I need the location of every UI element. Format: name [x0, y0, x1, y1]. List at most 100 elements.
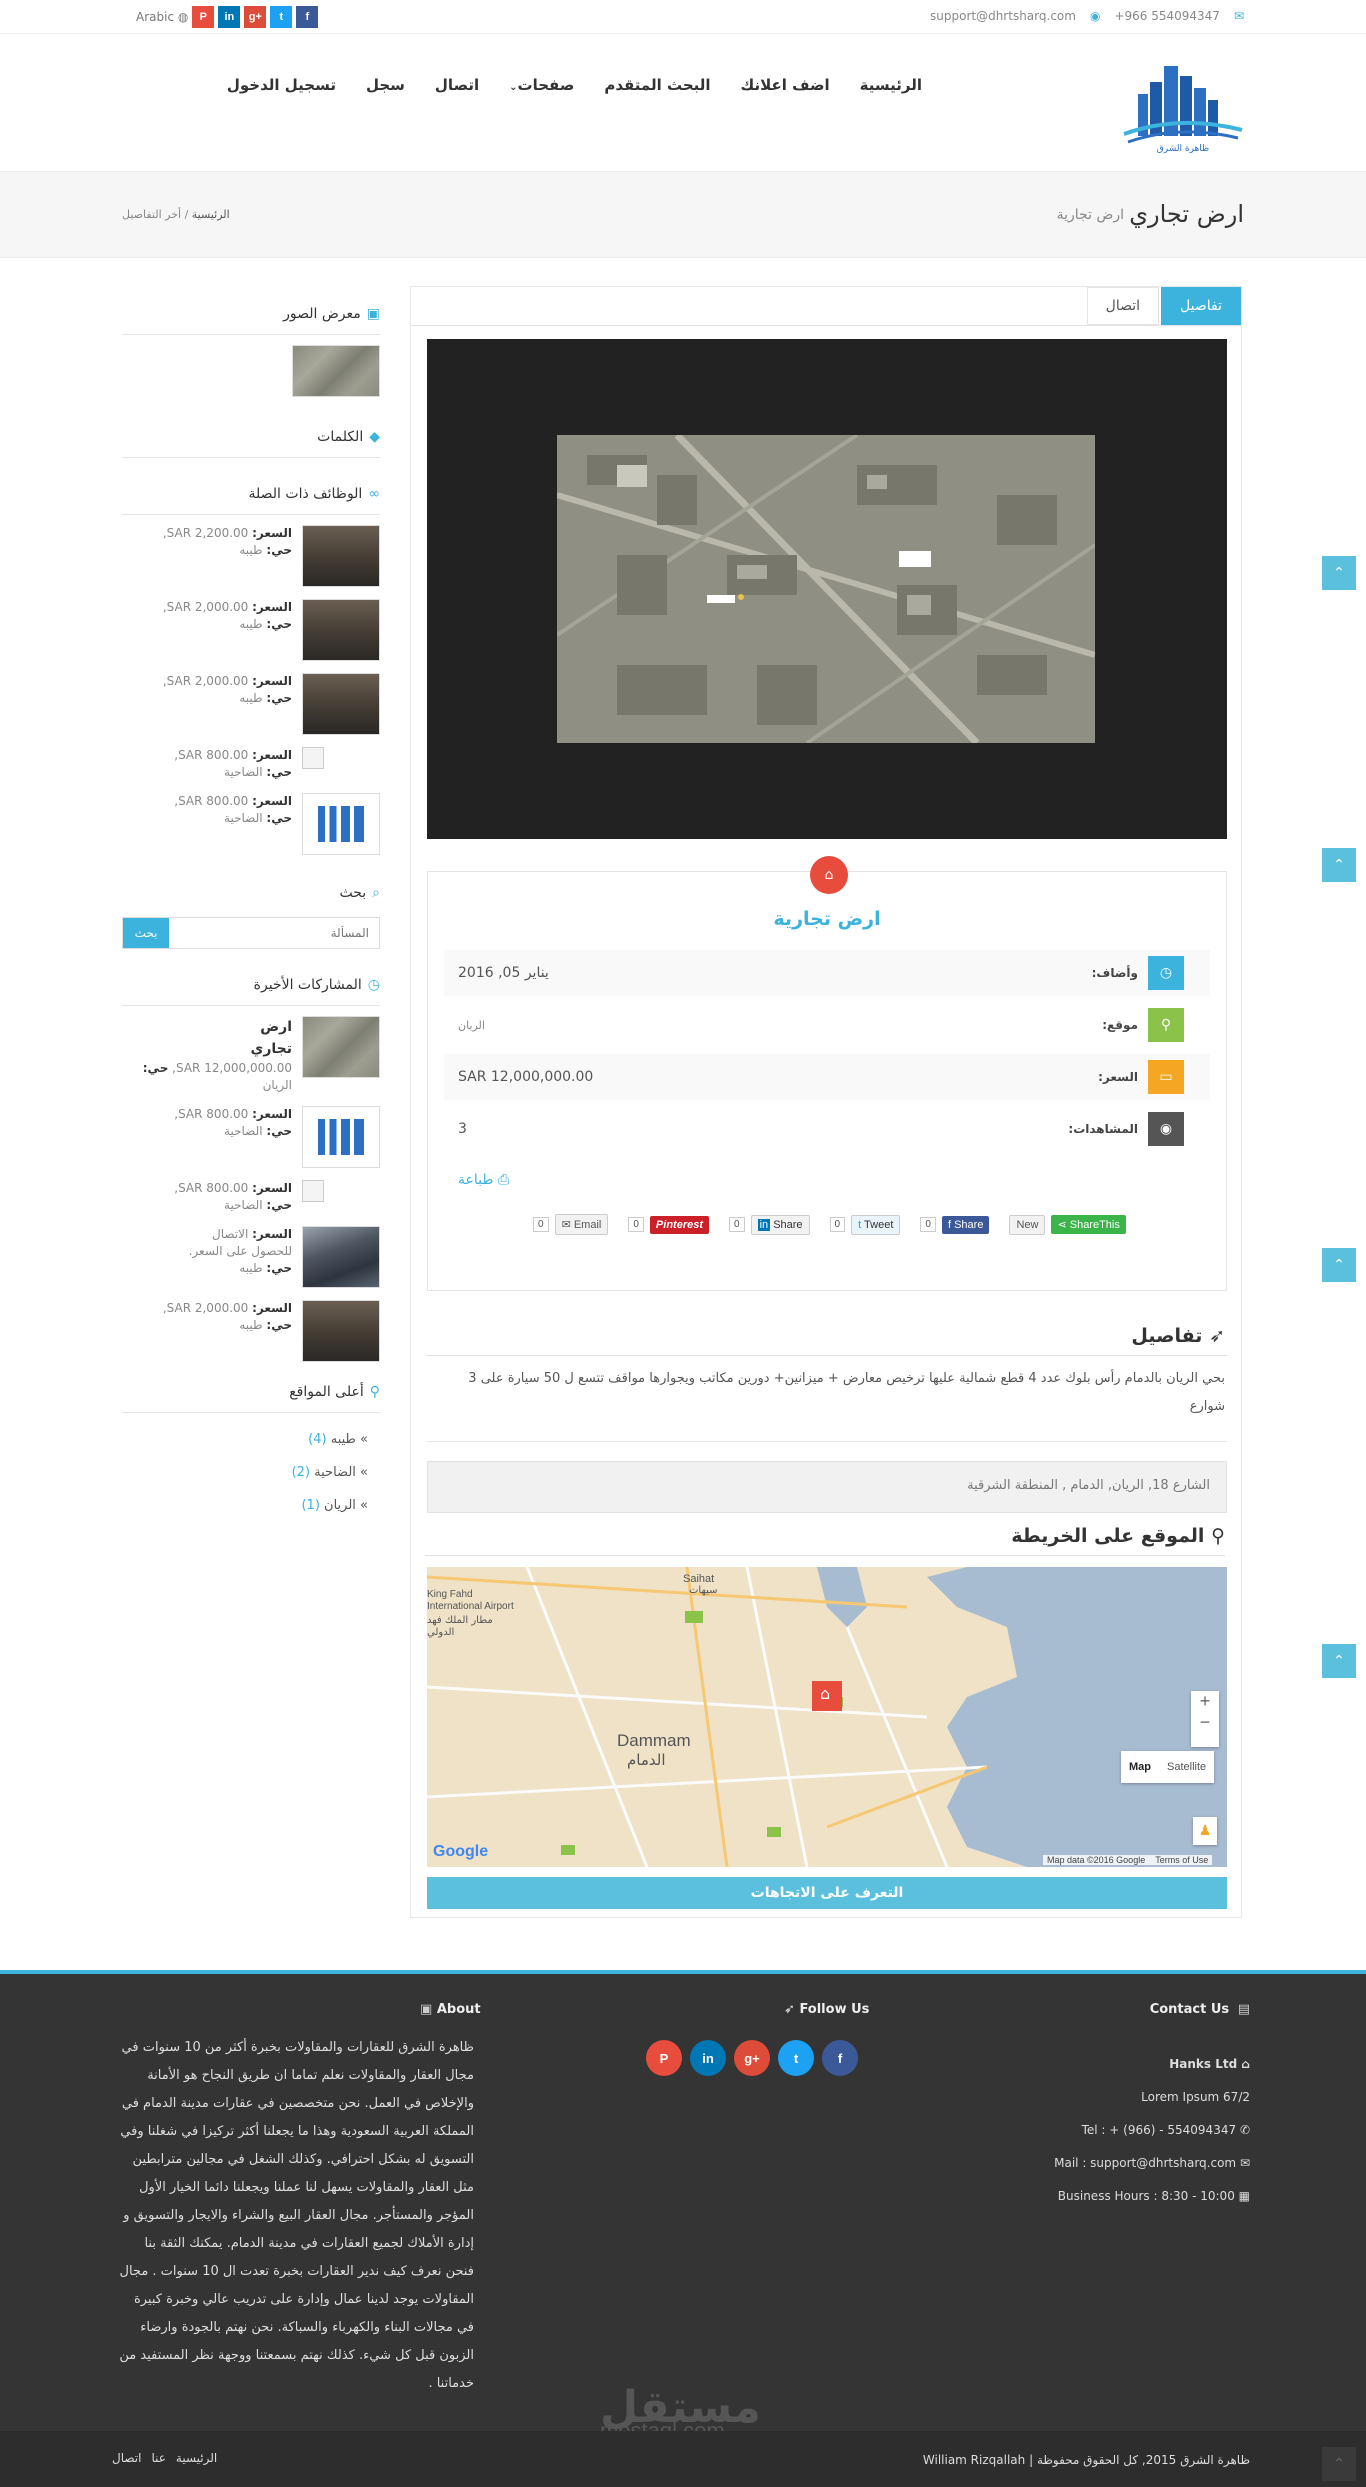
location-item[interactable]: » الريان (1) [122, 1489, 380, 1522]
site-logo[interactable]: ظاهرة الشرق [1120, 54, 1246, 154]
image-gallery [427, 339, 1227, 839]
related-item[interactable]: السعر: SAR 2,000.00, حي: طيبه [122, 599, 380, 661]
google-plus-icon[interactable]: g+ [244, 6, 267, 28]
print-link[interactable]: ⎙ طباعة [458, 1172, 509, 1188]
search-button[interactable]: بحث [123, 918, 169, 948]
recent-item[interactable]: السعر: SAR 800.00, حي: الضاحية [122, 1180, 380, 1214]
tab-contact[interactable]: اتصال [1086, 287, 1160, 325]
twitter-icon[interactable]: t [270, 6, 293, 28]
location-item[interactable]: » الضاحية (2) [122, 1456, 380, 1489]
footer-nav-about[interactable]: عنا [151, 2451, 165, 2465]
nav-contact[interactable]: اتصال [435, 76, 479, 94]
related-item[interactable]: السعر: SAR 2,200.00, حي: طيبه [122, 525, 380, 587]
footer-contact: ⌂ Hanks Ltd Lorem Ipsum 67/2 ✆ Tel : + (… [1054, 2057, 1250, 2203]
footer-nav-home[interactable]: الرئيسية [176, 2451, 217, 2465]
scroll-up-button[interactable]: ⌃ [1322, 1248, 1356, 1282]
chevron-down-icon: ⌄ [509, 82, 518, 93]
recent-item[interactable]: ارض تجاري SAR 12,000,000.00, حي: الريان [122, 1016, 380, 1094]
recent-item[interactable]: السعر: SAR 800.00, حي: الضاحية [122, 1106, 380, 1168]
related-thumb[interactable] [302, 673, 380, 735]
directions-button[interactable]: التعرف على الاتجاهات [427, 1877, 1227, 1909]
linkedin-icon[interactable]: in [690, 2040, 726, 2076]
related-thumb[interactable] [302, 599, 380, 661]
gallery-thumb[interactable] [292, 345, 380, 397]
linkedin-share-button[interactable]: in Share [750, 1214, 810, 1235]
nav-pages[interactable]: صفحات⌄ [509, 76, 574, 94]
scroll-up-button[interactable]: ⌃ [1322, 556, 1356, 590]
envelope-icon: ✉ [1233, 9, 1244, 23]
footer-about-heading: ▣ About [420, 2002, 481, 2017]
map-type-satellite[interactable]: Satellite [1159, 1751, 1214, 1783]
twitter-icon[interactable]: t [778, 2040, 814, 2076]
related-thumb[interactable] [302, 525, 380, 587]
facebook-share-button[interactable]: f Share [941, 1215, 990, 1234]
map-label: الدمام [627, 1751, 666, 1769]
money-icon: ▭ [1148, 1060, 1184, 1094]
recent-item[interactable]: السعر: SAR 2,000.00, حي: طيبه [122, 1300, 380, 1362]
pegman-icon[interactable]: ♟ [1193, 1817, 1217, 1845]
nav-login[interactable]: تسجيل الدخول [227, 76, 336, 94]
email-share-button[interactable]: ✉ Email [554, 1214, 609, 1235]
recent-item[interactable]: السعر: الاتصال للحصول على السعر. حي: طيب… [122, 1226, 380, 1288]
tag-icon: ◆ [369, 429, 380, 445]
recent-thumb[interactable] [302, 1106, 380, 1168]
facebook-icon[interactable]: f [822, 2040, 858, 2076]
related-thumb[interactable] [302, 793, 380, 855]
scroll-up-button[interactable]: ⌃ [1322, 848, 1356, 882]
related-item[interactable]: السعر: SAR 800.00, حي: الضاحية [122, 747, 380, 781]
language-selector[interactable]: Arabic ◍ [136, 10, 188, 24]
broken-image-icon[interactable] [302, 747, 324, 769]
nav-advanced-search[interactable]: البحث المتقدم [604, 76, 710, 94]
rocket-icon: ➶ [1209, 1325, 1225, 1347]
building-icon: ▤ [1237, 2002, 1250, 2017]
nav-home[interactable]: الرئيسية [860, 76, 922, 94]
scroll-up-button[interactable]: ⌃ [1322, 2447, 1356, 2481]
related-item[interactable]: السعر: SAR 800.00, حي: الضاحية [122, 793, 380, 855]
recent-thumb[interactable] [302, 1300, 380, 1362]
breadcrumb: الرئيسية / أخر التفاصيل [122, 208, 230, 221]
nav-register[interactable]: سجل [366, 76, 405, 94]
zoom-out-button[interactable]: − [1200, 1712, 1211, 1733]
facebook-icon[interactable]: f [296, 6, 319, 28]
related-item[interactable]: السعر: SAR 2,000.00, حي: طيبه [122, 673, 380, 735]
recent-thumb[interactable] [302, 1226, 380, 1288]
tags-heading: ◆الكلمات [122, 423, 380, 458]
linkedin-icon[interactable]: in [218, 6, 241, 28]
pinterest-icon[interactable]: P [192, 6, 215, 28]
phone-link[interactable]: +966 554094347 [1114, 9, 1220, 23]
home-marker-icon[interactable]: ⌂ [820, 1684, 830, 1703]
map-pin-icon: ⚲ [1148, 1008, 1184, 1042]
scroll-up-button[interactable]: ⌃ [1322, 1644, 1356, 1678]
page-subtitle: ارض تجارية [1056, 207, 1124, 223]
footer-about-text: ظاهرة الشرق للعقارات والمقاولات بخبرة أك… [119, 2040, 474, 2391]
search-input[interactable] [169, 918, 379, 948]
share-buttons: 0 ✉ Email 0 Pinterest 0 in Share 0 t Twe… [533, 1214, 1126, 1235]
zoom-in-button[interactable]: + [1200, 1691, 1211, 1712]
nav-add-listing[interactable]: اضف اعلانك [741, 76, 830, 94]
property-image[interactable] [555, 432, 1097, 746]
location-map[interactable]: Saihat سيهات King Fahd International Air… [427, 1567, 1227, 1867]
terms-link[interactable]: Terms of Use [1155, 1855, 1208, 1865]
map-type-map[interactable]: Map [1121, 1751, 1159, 1783]
footer-nav-contact[interactable]: اتصال [112, 2451, 141, 2465]
new-badge[interactable]: New [1009, 1214, 1046, 1235]
map-attribution: Map data ©2016 Google Terms of Use [1043, 1855, 1213, 1865]
chevron-up-icon: ⌃ [1333, 1653, 1345, 1669]
sidebar: ▣معرض الصور ◆الكلمات ∞الوظائف ذات الصلة … [122, 300, 380, 1522]
tweet-button[interactable]: t Tweet [851, 1214, 901, 1235]
broken-image-icon[interactable] [302, 1180, 324, 1202]
picture-icon: ▣ [366, 306, 380, 322]
briefcase-icon: ▣ [420, 2002, 433, 2017]
google-plus-icon[interactable]: g+ [734, 2040, 770, 2076]
email-link[interactable]: support@dhrtsharq.com [930, 9, 1076, 23]
pinterest-share-button[interactable]: Pinterest [649, 1215, 709, 1234]
breadcrumb-home[interactable]: الرئيسية [192, 208, 230, 221]
sharethis-button[interactable]: ⋖ ShareThis [1051, 1215, 1126, 1234]
tab-details[interactable]: تفاصيل [1161, 287, 1241, 325]
detail-row-added: ◷ وأضاف: يناير 05, 2016 [444, 950, 1210, 996]
chevron-up-icon: ⌃ [1333, 1257, 1345, 1273]
pinterest-icon[interactable]: P [646, 2040, 682, 2076]
recent-thumb[interactable] [302, 1016, 380, 1078]
detail-row-views: ◉ المشاهدات: 3 [444, 1106, 1210, 1152]
location-item[interactable]: » طيبه (4) [122, 1423, 380, 1456]
